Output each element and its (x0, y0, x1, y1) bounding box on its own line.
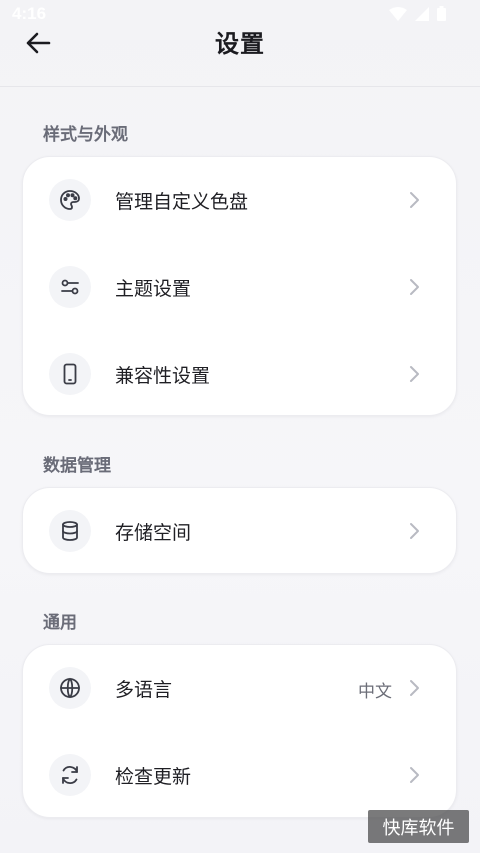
phone-icon (49, 353, 91, 395)
watermark: 快库软件 (368, 810, 469, 843)
settings-item-check-update[interactable]: 检查更新 (23, 732, 456, 818)
settings-item-label: 检查更新 (115, 766, 192, 788)
chevron-right-icon (410, 680, 419, 696)
chevron-right-icon (410, 767, 419, 783)
chevron-right-icon (410, 523, 419, 539)
chevron-right-icon (410, 192, 419, 208)
settings-item-theme[interactable]: 主题设置 (23, 244, 456, 330)
settings-item-label: 多语言 (115, 679, 173, 701)
settings-item-label: 管理自定义色盘 (115, 191, 249, 213)
settings-item-compatibility[interactable]: 兼容性设置 (23, 331, 456, 417)
section-title-data: 数据管理 (43, 456, 111, 476)
palette-icon (49, 179, 91, 221)
language-value: 中文 (358, 682, 392, 702)
section-title-general: 通用 (43, 613, 77, 633)
refresh-icon (49, 754, 91, 796)
settings-item-storage[interactable]: 存储空间 (23, 488, 456, 574)
card-appearance: 管理自定义色盘 主题设置 兼容性设置 (22, 156, 457, 416)
database-icon (49, 510, 91, 552)
chevron-right-icon (410, 279, 419, 295)
app-bar: 设置 (0, 0, 480, 87)
settings-item-label: 兼容性设置 (115, 365, 211, 387)
globe-icon (49, 667, 91, 709)
sliders-icon (49, 266, 91, 308)
card-general: 多语言 中文 检查更新 (22, 644, 457, 818)
settings-item-language[interactable]: 多语言 中文 (23, 645, 456, 731)
section-title-appearance: 样式与外观 (43, 125, 128, 145)
settings-item-label: 存储空间 (115, 522, 192, 544)
page-title: 设置 (215, 30, 265, 58)
card-data: 存储空间 (22, 487, 457, 574)
settings-item-palette[interactable]: 管理自定义色盘 (23, 157, 456, 243)
settings-item-label: 主题设置 (115, 278, 192, 300)
chevron-right-icon (410, 366, 419, 382)
